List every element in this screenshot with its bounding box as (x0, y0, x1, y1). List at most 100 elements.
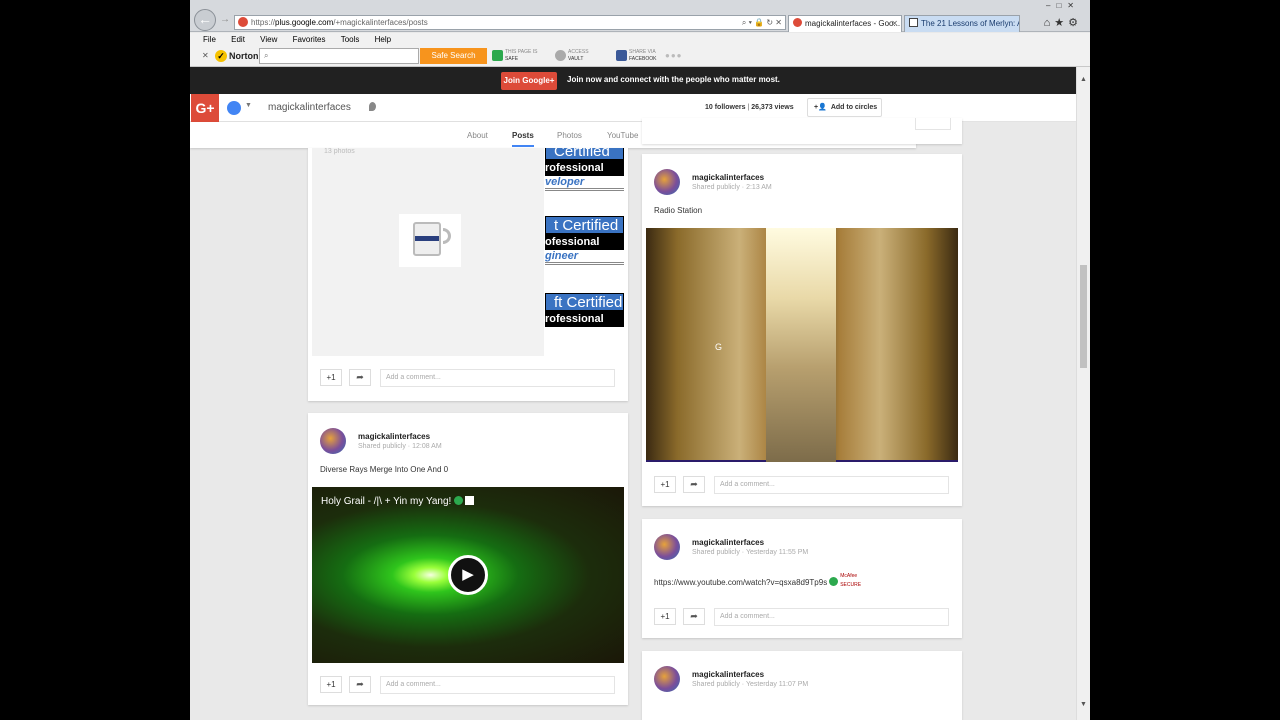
chevron-down-icon[interactable]: ▼ (245, 102, 252, 109)
video-title: Holy Grail - /|\ + Yin my Yang! (321, 496, 475, 507)
tab-google-plus[interactable]: magickalinterfaces - Goo... ✕ (788, 15, 902, 32)
amazon-favicon-icon (909, 18, 918, 27)
video-player[interactable]: Holy Grail - /|\ + Yin my Yang! ▶ (312, 487, 624, 663)
page-scrollbar[interactable]: ▲ ▼ (1076, 67, 1090, 720)
menu-view[interactable]: View (260, 35, 277, 44)
menu-edit[interactable]: Edit (231, 35, 245, 44)
post-author[interactable]: magickalinterfaces (692, 670, 764, 679)
join-banner-text: Join now and connect with the people who… (567, 75, 780, 84)
plus-one-button[interactable]: +1 (654, 476, 676, 493)
mcafee-secure-icon (465, 496, 475, 505)
youtube-link[interactable]: https://www.youtube.com/watch?v=qsxa8d9T… (654, 572, 871, 588)
more-dots-icon[interactable]: ●●● (665, 51, 683, 60)
tab-label: magickalinterfaces - Goo... (805, 19, 901, 28)
page-safe-badge[interactable]: THIS PAGE IS SAFE (492, 49, 537, 63)
comment-box-stub (915, 118, 951, 130)
scroll-down-icon[interactable]: ▼ (1080, 701, 1087, 708)
tab-youtube[interactable]: YouTube (607, 131, 638, 140)
profile-name: magickalinterfaces (268, 102, 351, 113)
browser-icons[interactable]: ⌂★⚙ (1044, 16, 1082, 29)
maximize-icon[interactable]: □ (1056, 1, 1067, 10)
norton-safe-icon (829, 577, 839, 586)
comment-input[interactable]: Add a comment... (380, 676, 615, 694)
address-domain: plus.google.com (275, 18, 334, 27)
norton-search-input[interactable]: ⌕ (259, 48, 419, 64)
mug-image[interactable] (399, 214, 461, 267)
post-card: magickalinterfaces Shared publicly · Yes… (642, 651, 962, 720)
radio-station-image[interactable]: G (646, 228, 958, 462)
play-button[interactable]: ▶ (448, 555, 488, 595)
image-letter: G (715, 342, 723, 352)
profile-stats: 10 followers | 26,373 views (705, 104, 794, 111)
address-path: /+magickalinterfaces/posts (333, 18, 428, 27)
scrollbar-thumb[interactable] (1080, 265, 1087, 368)
share-icon[interactable]: ➦ (349, 369, 371, 386)
share-icon[interactable]: ➦ (683, 608, 705, 625)
avatar[interactable] (654, 666, 680, 692)
menu-help[interactable]: Help (375, 35, 391, 44)
add-person-icon: +👤 (814, 104, 827, 111)
tab-about[interactable]: About (467, 131, 488, 140)
close-icon[interactable]: ✕ (1067, 1, 1080, 10)
browser-window: ← → https://plus.google.com/+magickalint… (190, 0, 1090, 720)
comment-input[interactable]: Add a comment... (380, 369, 615, 387)
norton-check-icon: ✓ (215, 50, 227, 62)
avatar[interactable] (320, 428, 346, 454)
tab-merlyn[interactable]: The 21 Lessons of Merlyn: A ... (904, 15, 1020, 32)
post-card: magickalinterfaces Shared publicly · Yes… (642, 519, 962, 638)
share-icon[interactable]: ➦ (683, 476, 705, 493)
plus-one-button[interactable]: +1 (320, 369, 342, 386)
photo-count: 13 photos (324, 148, 355, 155)
tab-label: The 21 Lessons of Merlyn: A ... (921, 19, 1020, 28)
comment-input[interactable]: Add a comment... (714, 476, 949, 494)
share-facebook-badge[interactable]: SHARE VIA FACEBOOK (616, 49, 657, 63)
scroll-up-icon[interactable]: ▲ (1080, 76, 1087, 83)
search-icon: ⌕ (264, 51, 269, 60)
norton-safe-icon (454, 496, 464, 505)
forward-button[interactable]: → (220, 14, 230, 25)
add-to-circles-button[interactable]: +👤 Add to circles (807, 98, 882, 117)
favorites-star-icon[interactable]: ★ (1054, 17, 1068, 29)
post-author[interactable]: magickalinterfaces (358, 432, 430, 441)
menu-favorites[interactable]: Favorites (293, 35, 326, 44)
comment-input[interactable]: Add a comment... (714, 608, 949, 626)
minimize-icon[interactable]: – (1046, 1, 1056, 10)
post-meta: Shared publicly · 2:13 AM (692, 184, 772, 191)
address-tools-icons[interactable]: ⌕ ▾ 🔒 ↻ ✕ (742, 16, 782, 29)
window-controls[interactable]: –□✕ (1046, 1, 1080, 10)
home-icon[interactable]: ⌂ (1044, 17, 1055, 29)
account-icon[interactable] (227, 101, 241, 115)
post-card-partial (642, 118, 962, 144)
menu-bar: File Edit View Favorites Tools Help (190, 33, 1090, 46)
share-icon[interactable]: ➦ (349, 676, 371, 693)
close-tab-icon[interactable]: ✕ (891, 16, 898, 32)
close-toolbar-icon[interactable]: ✕ (202, 51, 209, 60)
post-meta: Shared publicly · Yesterday 11:55 PM (692, 549, 809, 556)
menu-tools[interactable]: Tools (341, 35, 360, 44)
join-google-plus-button[interactable]: Join Google+ (501, 72, 557, 90)
vault-icon (555, 50, 566, 61)
avatar[interactable] (654, 534, 680, 560)
tab-posts[interactable]: Posts (512, 131, 534, 147)
tab-photos[interactable]: Photos (557, 131, 582, 140)
safe-search-button[interactable]: Safe Search (420, 48, 487, 64)
photo-album[interactable]: 13 photos (312, 148, 544, 356)
post-author[interactable]: magickalinterfaces (692, 173, 764, 182)
menu-file[interactable]: File (203, 35, 216, 44)
access-vault-badge[interactable]: ACCESS VAULT (555, 49, 589, 63)
post-meta: Shared publicly · Yesterday 11:07 PM (692, 681, 809, 688)
gplus-favicon-icon (238, 17, 248, 27)
certification-images[interactable]: Certified rofessional veloper t Certified o… (545, 148, 624, 356)
gplus-favicon-icon (793, 18, 802, 27)
plus-one-button[interactable]: +1 (654, 608, 676, 625)
browser-titlebar: ← → https://plus.google.com/+magickalint… (190, 0, 1090, 32)
plus-one-button[interactable]: +1 (320, 676, 342, 693)
gear-icon[interactable]: ⚙ (1068, 17, 1082, 29)
cert-image: Certified rofessional veloper (545, 148, 624, 191)
avatar[interactable] (654, 169, 680, 195)
address-prefix: https:// (251, 18, 276, 27)
back-button[interactable]: ← (194, 9, 216, 31)
post-author[interactable]: magickalinterfaces (692, 538, 764, 547)
gplus-logo[interactable]: G+ (191, 94, 219, 122)
address-bar[interactable]: https://plus.google.com/+magickalinterfa… (234, 15, 786, 30)
